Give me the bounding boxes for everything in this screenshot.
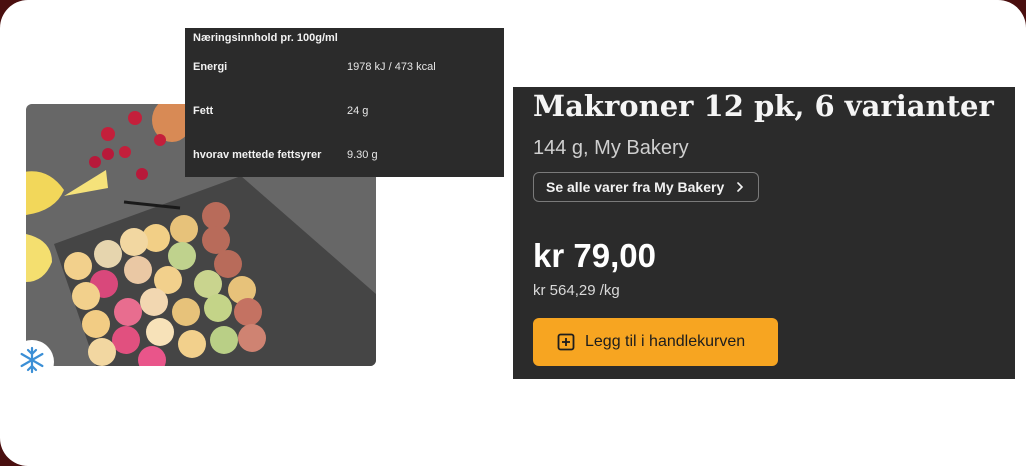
nutrition-table: Næringsinnhold pr. 100g/ml Energi 1978 k… [185,28,504,177]
see-all-brand-button[interactable]: Se alle varer fra My Bakery [533,172,759,202]
nutrition-row: Energi 1978 kJ / 473 kcal [193,61,493,75]
nutrition-value: 9.30 g [347,149,378,161]
nutrition-label: hvorav mettede fettsyrer [193,149,322,161]
chevron-right-icon [736,180,744,195]
see-all-brand-label: Se alle varer fra My Bakery [546,179,725,195]
nutrition-row: hvorav mettede fettsyrer 9.30 g [193,149,493,163]
snowflake-icon [17,345,47,380]
product-info-panel: Makroner 12 pk, 6 varianter 144 g, My Ba… [513,87,1015,379]
nutrition-title: Næringsinnhold pr. 100g/ml [193,32,338,44]
nutrition-value: 24 g [347,105,369,117]
product-price: kr 79,00 [533,237,656,274]
product-subtitle: 144 g, My Bakery [533,137,689,159]
plus-square-icon [557,333,575,351]
unit-price: kr 564,29 /kg [533,282,620,299]
nutrition-label: Fett [193,105,214,117]
product-card: Næringsinnhold pr. 100g/ml Energi 1978 k… [0,0,1026,466]
add-to-cart-label: Legg til i handlekurven [585,333,746,350]
nutrition-row: Fett 24 g [193,105,493,119]
frozen-badge [10,340,54,384]
nutrition-label: Energi [193,61,228,73]
nutrition-value: 1978 kJ / 473 kcal [347,61,436,73]
product-title: Makroner 12 pk, 6 varianter [533,89,994,123]
add-to-cart-button[interactable]: Legg til i handlekurven [533,318,778,366]
